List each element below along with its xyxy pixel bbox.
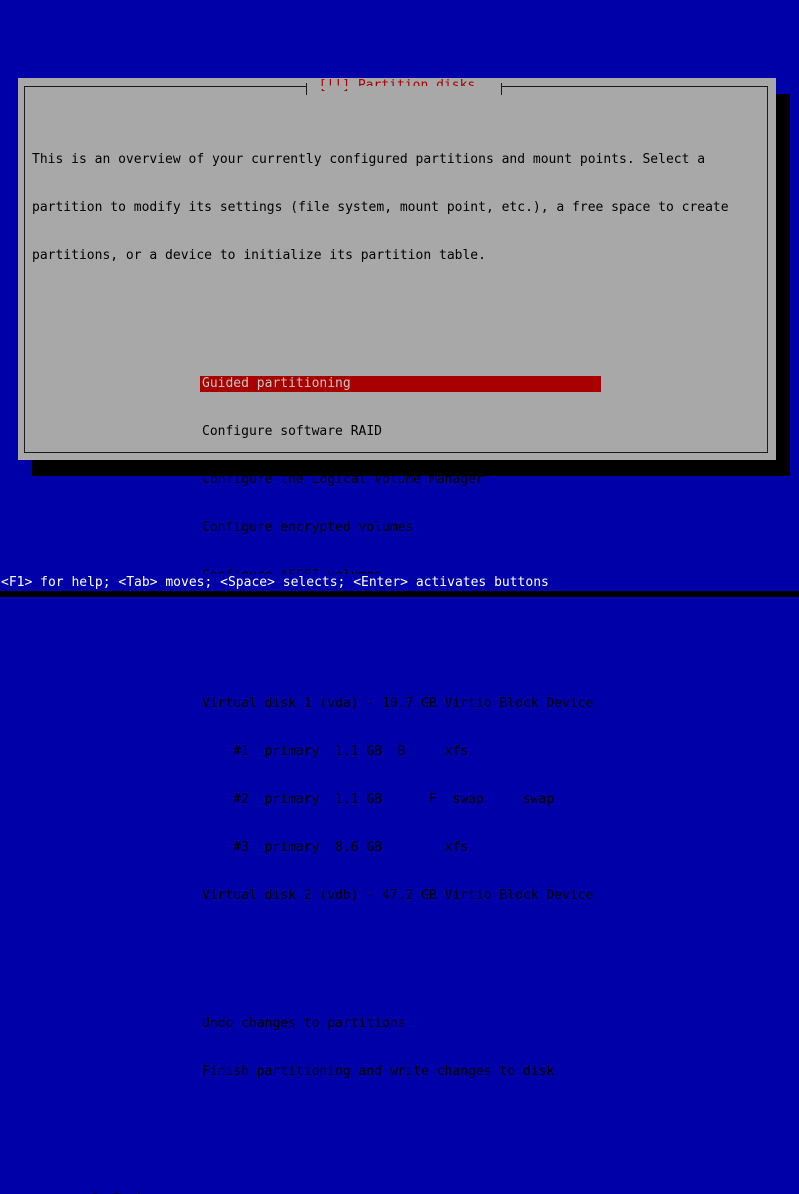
menu-item-configure-software-raid[interactable]: Configure software RAID [200, 424, 601, 440]
installer-screen: [!!] Partition disks This is an overview… [0, 0, 799, 1194]
title-border-gap [306, 86, 502, 89]
disk-item-vdb[interactable]: Virtual disk 2 (vdb) - 47.2 GB Virtio Bl… [200, 888, 762, 904]
menu-item-configure-encrypted-volumes[interactable]: Configure encrypted volumes [200, 520, 601, 536]
partition-item-vda2[interactable]: #2 primary 1.1 GB F swap swap [200, 792, 762, 808]
dialog-content: This is an overview of your currently co… [32, 104, 762, 1194]
description-line: partition to modify its settings (file s… [32, 200, 729, 215]
partition-item-vda3[interactable]: #3 primary 8.6 GB xfs [200, 840, 762, 856]
description-line: partitions, or a device to initialize it… [32, 248, 486, 263]
menu-item-configure-lvm[interactable]: Configure the Logical Volume Manager [200, 472, 601, 488]
partition-item-vda1[interactable]: #1 primary 1.1 GB B xfs [200, 744, 762, 760]
title-tick-left-icon [306, 83, 307, 95]
title-tick-right-icon [501, 83, 502, 95]
action-finish-partitioning[interactable]: Finish partitioning and write changes to… [200, 1064, 762, 1080]
go-back-button[interactable]: <Go Back> [82, 1192, 762, 1194]
status-bar: <F1> for help; <Tab> moves; <Space> sele… [0, 574, 799, 591]
partition-disks-dialog: [!!] Partition disks This is an overview… [18, 78, 776, 1194]
action-undo-changes[interactable]: Undo changes to partitions [200, 1016, 762, 1032]
menu-item-guided-partitioning[interactable]: Guided partitioning [200, 376, 601, 392]
screen-bottom-strip [0, 591, 799, 597]
disk-item-vda[interactable]: Virtual disk 1 (vda) - 10.7 GB Virtio Bl… [200, 696, 762, 712]
description-line: This is an overview of your currently co… [32, 152, 706, 167]
